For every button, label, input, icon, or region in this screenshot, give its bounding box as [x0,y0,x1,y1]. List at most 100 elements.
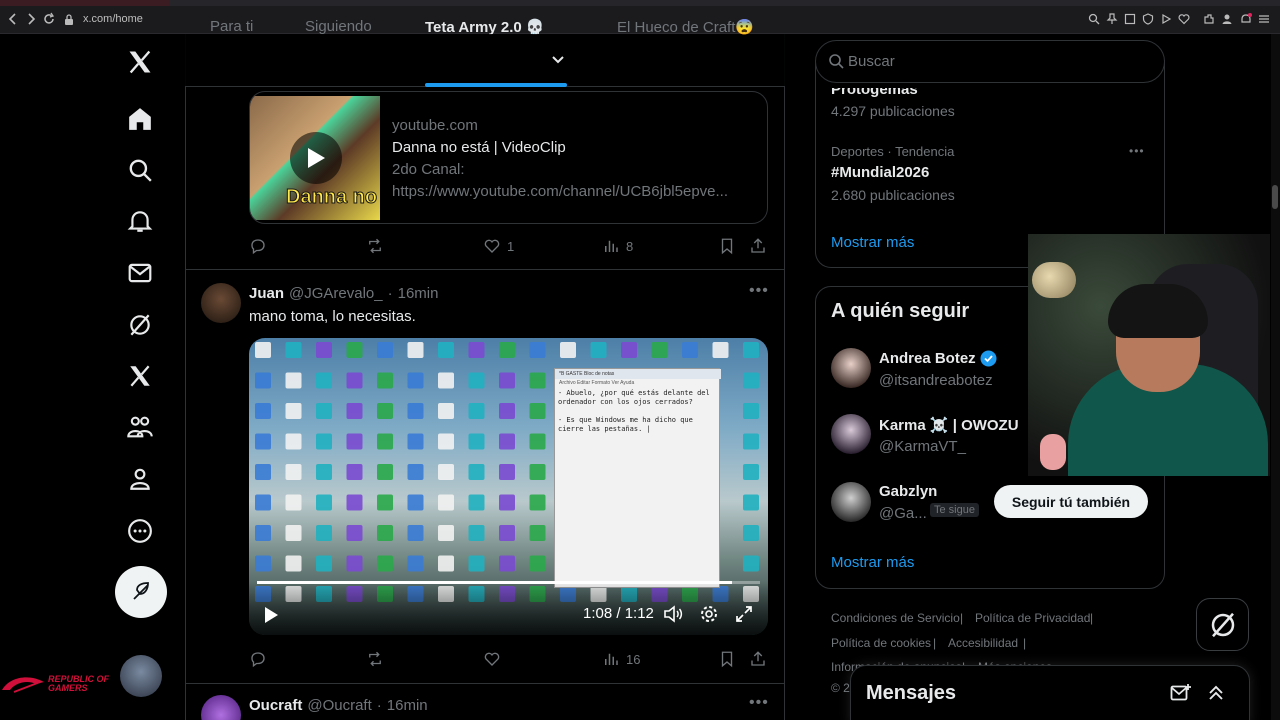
chevron-down-icon[interactable] [551,55,565,65]
views-button[interactable]: 16 [602,650,640,668]
footer-link-accessibility[interactable]: Accesibilidad [948,636,1018,650]
x-logo-button[interactable] [116,38,164,86]
url-bar[interactable]: x.com/home [83,13,143,25]
tweet-more-icon[interactable]: ••• [749,694,769,712]
footer-link-terms[interactable]: Condiciones de Servicio [831,611,960,625]
reload-icon[interactable] [42,12,56,26]
new-message-icon[interactable] [1170,683,1192,703]
desktop-icon [621,342,637,358]
tweet-author-name[interactable]: Juan [249,285,284,302]
nav-grok[interactable] [116,301,164,349]
video-progress-bar[interactable] [257,581,760,584]
views-button[interactable]: 8 [602,237,633,255]
fullscreen-icon[interactable] [735,605,753,623]
tab-para-ti[interactable]: Para ti [210,18,253,35]
page-scrollbar[interactable] [1271,34,1280,720]
desktop-icon [377,403,393,419]
who-to-follow-show-more[interactable]: Mostrar más [831,554,914,571]
browser-active-tab[interactable] [0,0,170,6]
nav-messages[interactable] [116,249,164,297]
tweet-video[interactable]: *B GASTE Bloc de notas Archivo Editar Fo… [249,338,768,635]
user-name[interactable]: Gabzlyn [879,483,937,500]
menu-icon[interactable] [1258,13,1270,25]
share-button[interactable] [749,237,767,255]
desktop-icon [651,342,668,358]
shield-icon[interactable] [1142,13,1154,25]
desktop-icon [285,555,302,572]
tweet-header: Juan @JGArevalo_ · 16min [249,285,438,302]
tweet-dot: · [387,285,393,302]
nav-explore[interactable] [116,146,164,194]
nav-communities[interactable] [116,403,164,451]
user-avatar[interactable] [831,414,871,454]
zoom-icon[interactable] [1088,13,1100,25]
tweet-time[interactable]: 16min [387,697,428,714]
volume-icon[interactable] [663,604,683,624]
follow-back-button[interactable]: Seguir tú también [994,485,1148,518]
grok-floating-button[interactable] [1196,598,1249,651]
settings-gear-icon[interactable] [699,604,719,624]
tweet-author-name[interactable]: Oucraft [249,697,302,714]
scrollbar-thumb[interactable] [1272,185,1278,209]
extensions-icon[interactable] [1203,13,1215,25]
notifications-icon[interactable] [1240,13,1252,25]
user-name[interactable]: Andrea Botez [879,350,976,367]
tweet-author-handle[interactable]: @JGArevalo_ [289,285,383,302]
desktop-icon [468,525,485,541]
user-handle[interactable]: @Ga... [879,505,927,522]
play-icon[interactable] [1160,13,1172,25]
tab-siguiendo[interactable]: Siguiendo [305,18,372,35]
profile-icon[interactable] [1221,13,1233,25]
messages-title: Mensajes [866,682,957,704]
desktop-icon [285,433,302,450]
user-name[interactable]: Karma ☠️ | OWOZU [879,416,1019,434]
bookmark-button[interactable] [718,237,736,255]
timeline-tabs [185,34,785,87]
trends-show-more[interactable]: Mostrar más [831,234,914,251]
user-avatar[interactable] [831,482,871,522]
screenshot-icon[interactable] [1124,13,1136,25]
user-avatar[interactable] [831,348,871,388]
tweet-avatar[interactable] [201,283,241,323]
footer-link-privacy[interactable]: Política de Privacidad [975,611,1090,625]
desktop-icon [285,464,302,480]
nav-profile[interactable] [116,455,164,503]
footer-link-cookies[interactable]: Política de cookies [831,636,931,650]
tweet-more-icon[interactable]: ••• [749,282,769,300]
desktop-icon [255,433,271,450]
forward-icon[interactable] [24,12,38,26]
desktop-icon [316,494,332,511]
bookmark-button[interactable] [718,650,736,668]
user-handle[interactable]: @KarmaVT_ [879,438,966,455]
tab-active-indicator [425,83,567,87]
desktop-icon [743,403,759,419]
webcam-overlay [1028,234,1270,476]
share-button[interactable] [749,650,767,668]
repost-button[interactable] [366,650,384,668]
like-button[interactable] [483,650,501,668]
reply-button[interactable] [249,237,267,255]
pin-icon[interactable] [1106,13,1118,25]
desktop-icon [743,464,759,480]
desktop-icon [407,525,424,541]
repost-button[interactable] [366,237,384,255]
tab-hueco-de-craft[interactable]: El Hueco de Craft😨 [617,18,754,36]
trend-more-icon[interactable]: ••• [1129,144,1145,158]
reply-button[interactable] [249,650,267,668]
nav-home[interactable] [116,95,164,143]
collapse-up-icon[interactable] [1206,683,1226,703]
like-button[interactable]: 1 [483,237,514,255]
link-card[interactable]: Danna no youtube.com Danna no está | Vid… [249,91,768,224]
desktop-icon [316,403,332,419]
back-icon[interactable] [6,12,20,26]
trend-name[interactable]: #Mundial2026 [831,164,929,181]
user-handle[interactable]: @itsandreabotez [879,372,993,389]
nav-notifications[interactable] [116,197,164,245]
tweet-time[interactable]: 16min [398,285,439,302]
tweet-author-handle[interactable]: @Oucraft [307,697,371,714]
heart-icon[interactable] [1178,13,1190,25]
post-button[interactable] [115,566,167,618]
video-play-icon[interactable] [263,606,279,624]
nav-more[interactable] [116,507,164,555]
nav-premium[interactable] [116,352,164,400]
